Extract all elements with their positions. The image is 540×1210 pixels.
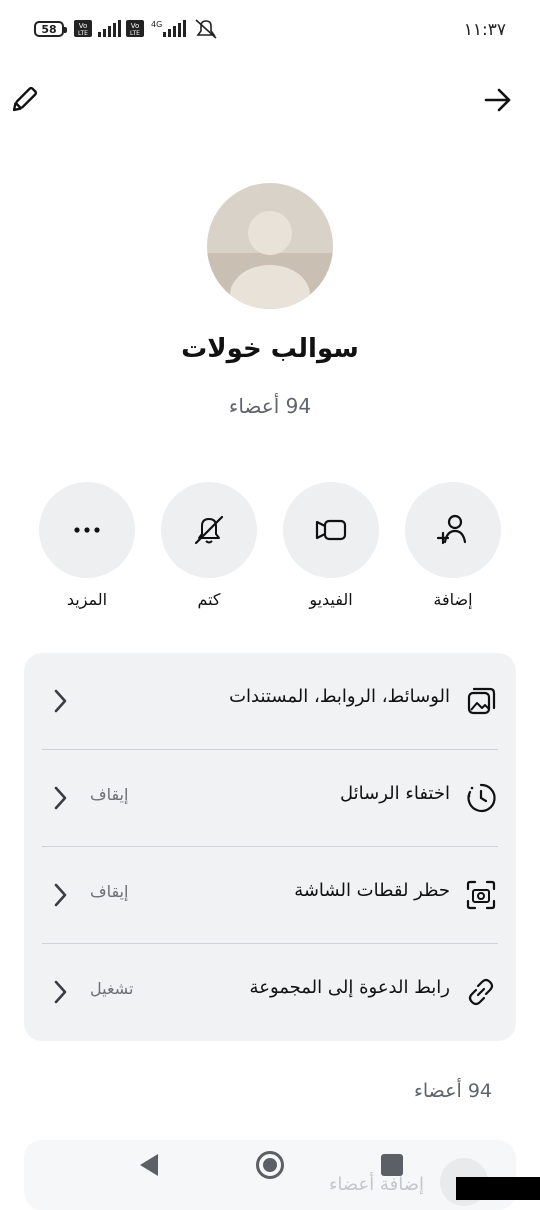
clock: ١١:٣٧ xyxy=(463,20,506,40)
row-title: رابط الدعوة إلى المجموعة xyxy=(249,977,450,998)
chevron-icon xyxy=(54,883,67,907)
more-button-circle[interactable] xyxy=(39,482,135,578)
add-button-circle[interactable] xyxy=(405,482,501,578)
arrow-right-icon[interactable] xyxy=(482,84,514,116)
pencil-icon[interactable] xyxy=(8,84,40,116)
svg-text:LTE: LTE xyxy=(78,30,88,37)
svg-text:LTE: LTE xyxy=(130,30,140,37)
screenshot-block-row[interactable]: حظر لقطات الشاشة إيقاف xyxy=(24,847,516,944)
bell-off-icon xyxy=(194,515,224,545)
media-links-docs-row[interactable]: الوسائط، الروابط، المستندات xyxy=(24,653,516,750)
battery-icon: 58 xyxy=(34,21,67,37)
more-button[interactable]: المزيد xyxy=(26,482,148,609)
row-title: حظر لقطات الشاشة xyxy=(294,880,450,901)
row-title: اختفاء الرسائل xyxy=(340,783,450,804)
add-button[interactable]: إضافة xyxy=(392,482,514,609)
row-value: إيقاف xyxy=(90,882,129,901)
nav-recents-icon[interactable] xyxy=(379,1150,405,1180)
signal-icons: Vo LTE Vo LTE 4G xyxy=(74,19,217,39)
svg-text:Vo: Vo xyxy=(131,22,140,30)
settings-card: الوسائط، الروابط، المستندات اختفاء الرسا… xyxy=(24,653,516,1041)
row-value: تشغيل xyxy=(90,979,134,998)
add-button-label: إضافة xyxy=(433,590,473,609)
chevron-icon xyxy=(54,980,67,1004)
nav-home-icon[interactable] xyxy=(254,1150,286,1182)
group-avatar[interactable] xyxy=(207,183,333,309)
members-count: 94 أعضاء xyxy=(413,1080,492,1102)
video-button-label: الفيديو xyxy=(309,590,353,609)
screenshot-icon xyxy=(466,880,496,910)
chevron-icon xyxy=(54,689,67,713)
more-button-label: المزيد xyxy=(66,590,108,609)
media-gallery-icon xyxy=(467,687,496,715)
invite-link-row[interactable]: رابط الدعوة إلى المجموعة تشغيل xyxy=(24,944,516,1041)
more-icon xyxy=(74,527,100,533)
link-icon xyxy=(468,978,494,1006)
nav-back-icon[interactable] xyxy=(136,1150,162,1180)
video-button-circle[interactable] xyxy=(283,482,379,578)
timer-icon xyxy=(467,783,496,813)
group-name: سوالب خولات xyxy=(181,334,359,364)
row-value: إيقاف xyxy=(90,785,129,804)
group-members-summary: 94 أعضاء xyxy=(228,394,312,418)
mute-button-label: كتم xyxy=(197,590,221,609)
corner-overlay xyxy=(456,1177,540,1200)
quick-actions: إضافة الفيديو كتم المزيد xyxy=(0,482,540,622)
svg-text:4G: 4G xyxy=(151,20,162,29)
mute-button-circle[interactable] xyxy=(161,482,257,578)
mute-button[interactable]: كتم xyxy=(148,482,270,609)
status-bar: 58 Vo LTE Vo LTE 4G ١١:٣٧ xyxy=(0,0,540,60)
svg-text:Vo: Vo xyxy=(79,22,88,30)
chevron-icon xyxy=(54,786,67,810)
row-title: الوسائط، الروابط، المستندات xyxy=(229,686,450,707)
video-icon xyxy=(315,519,347,541)
disappearing-messages-row[interactable]: اختفاء الرسائل إيقاف xyxy=(24,750,516,847)
video-button[interactable]: الفيديو xyxy=(270,482,392,609)
battery-level: 58 xyxy=(41,22,57,36)
add-person-icon xyxy=(436,514,467,545)
